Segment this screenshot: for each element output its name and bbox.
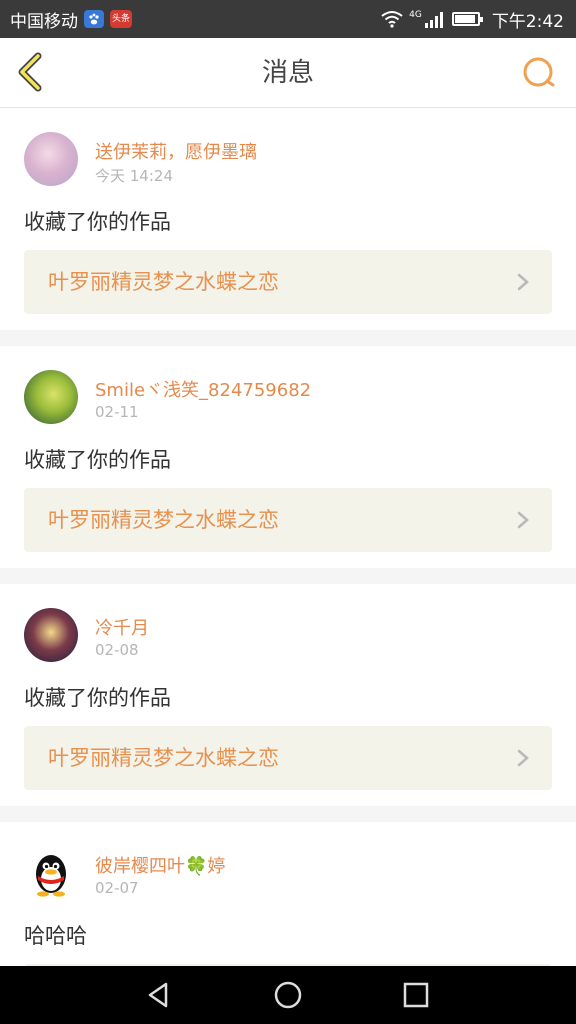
work-link[interactable]: 叶罗丽精灵梦之水蝶之恋 (24, 488, 552, 552)
network-type: 4G (409, 10, 422, 20)
chevron-right-icon (517, 273, 529, 291)
work-title: 叶罗丽精灵梦之水蝶之恋 (48, 746, 279, 770)
status-left: 中国移动 头条 (10, 7, 132, 32)
work-link[interactable]: 叶罗丽精灵梦之水蝶之恋 (24, 250, 552, 314)
nav-home-icon[interactable] (273, 980, 303, 1010)
avatar[interactable] (24, 370, 78, 424)
message-text: 收藏了你的作品 (24, 210, 171, 234)
baidu-app-icon (84, 10, 104, 28)
divider (0, 330, 576, 346)
work-link[interactable]: 叶罗丽精灵梦之水蝶之恋 (24, 726, 552, 790)
search-icon (523, 57, 555, 87)
message-time: 今天 14:24 (95, 167, 173, 185)
divider (0, 806, 576, 822)
username[interactable]: 冷千月 (95, 614, 149, 640)
nav-back-icon[interactable] (144, 980, 174, 1010)
status-right: 4G 下午2:42 (381, 7, 564, 32)
avatar[interactable] (24, 132, 78, 186)
message-time: 02-07 (95, 879, 139, 897)
clock: 下午2:42 (491, 11, 564, 32)
message-card: 冷千月 02-08 收藏了你的作品 叶罗丽精灵梦之水蝶之恋 (0, 584, 576, 806)
avatar[interactable] (24, 846, 78, 900)
search-button[interactable] (520, 54, 558, 92)
message-card: 送伊茉莉，愿伊墨璃 今天 14:24 收藏了你的作品 叶罗丽精灵梦之水蝶之恋 (0, 108, 576, 330)
nav-recent-apps-icon[interactable] (401, 980, 431, 1010)
username[interactable]: Smileヾ浅笑_824759682 (95, 376, 311, 402)
divider (0, 568, 576, 584)
qq-penguin-icon (36, 855, 66, 897)
message-list: 送伊茉莉，愿伊墨璃 今天 14:24 收藏了你的作品 叶罗丽精灵梦之水蝶之恋 S… (0, 108, 576, 966)
message-text: 收藏了你的作品 (24, 448, 171, 472)
message-card: Smileヾ浅笑_824759682 02-11 收藏了你的作品 叶罗丽精灵梦之… (0, 346, 576, 568)
username[interactable]: 送伊茉莉，愿伊墨璃 (95, 138, 257, 164)
chevron-right-icon (517, 749, 529, 767)
work-title: 叶罗丽精灵梦之水蝶之恋 (48, 270, 279, 294)
chevron-right-icon (517, 511, 529, 529)
message-time: 02-08 (95, 641, 139, 659)
username[interactable]: 彼岸樱四叶🍀婷 (95, 852, 225, 878)
signal-icon (424, 12, 443, 28)
message-time: 02-11 (95, 403, 139, 421)
battery-icon (451, 12, 483, 26)
carrier-label: 中国移动 (10, 11, 78, 32)
toutiao-app-icon: 头条 (110, 10, 132, 28)
page-title: 消息 (261, 58, 314, 88)
work-title: 叶罗丽精灵梦之水蝶之恋 (48, 508, 279, 532)
message-text: 收藏了你的作品 (24, 686, 171, 710)
message-text: 哈哈哈 (24, 924, 87, 948)
message-card: 彼岸樱四叶🍀婷 02-07 哈哈哈 (0, 822, 576, 966)
avatar[interactable] (24, 608, 78, 662)
header: 消息 (0, 38, 576, 108)
wifi-icon (381, 11, 403, 28)
status-bar: 中国移动 头条 4G 下午2:42 (0, 0, 576, 38)
system-nav-bar (0, 966, 576, 1024)
